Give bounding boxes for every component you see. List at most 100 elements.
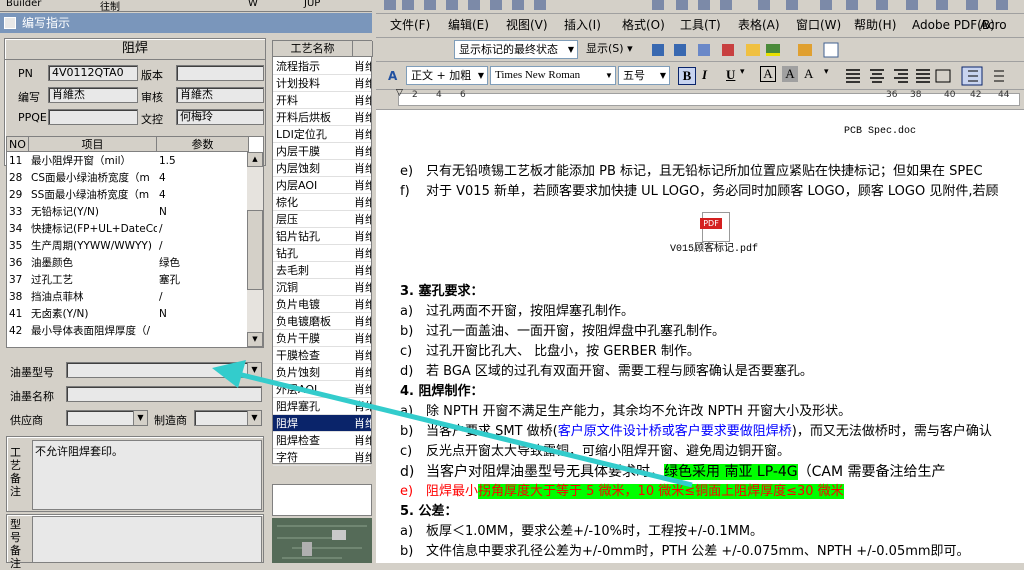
review-field[interactable]: 肖維杰 <box>176 87 264 103</box>
control-field[interactable]: 何梅玲 <box>176 109 264 125</box>
table-row[interactable]: 29 SS面最小绿油桥宽度（m 4 <box>7 187 247 204</box>
process-list-header[interactable]: 工艺名称 <box>273 41 353 57</box>
process-list-item[interactable]: 负片电镀 肖维 <box>273 296 371 313</box>
table-row[interactable]: 28 CS面最小绿油桥宽度（m 4 <box>7 170 247 187</box>
process-list-item[interactable]: 负电镀磨板 肖维 <box>273 313 371 330</box>
document-page[interactable]: PCB Spec.doc e) 只有无铅喷锡工艺板才能添加 PB 标记，且无铅标记… <box>376 111 1024 563</box>
style-dropdown[interactable]: 正文 + 加粗 ▼ <box>406 66 488 85</box>
manufacturer-combo[interactable]: ▼ <box>194 410 262 426</box>
process-list-item[interactable]: 内层蚀刻 肖维 <box>273 160 371 177</box>
ppqe-field[interactable] <box>48 109 138 125</box>
supplier-combo[interactable]: ▼ <box>66 410 148 426</box>
author-field[interactable]: 肖維杰 <box>48 87 138 103</box>
chevron-down-icon[interactable]: ▾ <box>740 67 745 77</box>
grid-header-item[interactable]: 项目 <box>29 137 157 152</box>
ink-model-label: 油墨型号 <box>10 366 54 379</box>
chevron-down-icon[interactable]: ▼ <box>133 411 147 425</box>
table-row[interactable]: 38 挡油点菲林 / <box>7 289 247 306</box>
menu-item[interactable]: Acro <box>980 16 1007 34</box>
pdf-caption[interactable]: V015顾客标记.pdf <box>670 241 758 259</box>
process-list-item[interactable]: 阻焊塞孔 肖维 <box>273 398 371 415</box>
menu-item[interactable]: 插入(I) <box>564 16 601 34</box>
process-list-item[interactable]: 外层AOI 肖维 <box>273 381 371 398</box>
process-name: 外层AOI <box>276 383 318 396</box>
pdf-file-icon[interactable]: PDF <box>700 212 730 242</box>
process-list-item[interactable]: 字符 肖维 <box>273 449 371 466</box>
toolbar-item-2[interactable]: 往制 <box>100 0 120 11</box>
table-row[interactable]: 36 油墨颜色 绿色 <box>7 255 247 272</box>
table-row[interactable]: 42 最小导体表面阻焊厚度（/ <box>7 323 247 340</box>
chevron-down-icon[interactable]: ▾ <box>824 67 829 77</box>
process-list-item[interactable]: 钻孔 肖维 <box>273 245 371 262</box>
model-note-field[interactable] <box>32 516 262 563</box>
underline-button[interactable]: U <box>726 67 735 83</box>
process-detail-box[interactable] <box>272 484 372 516</box>
scroll-down-icon[interactable]: ▼ <box>247 332 263 347</box>
menu-item[interactable]: 文件(F) <box>390 16 430 34</box>
process-list-item[interactable]: 内层干膜 肖维 <box>273 143 371 160</box>
toolbar-item-w[interactable]: W <box>248 0 258 9</box>
builder-label[interactable]: Builder <box>6 0 41 9</box>
process-list-item[interactable]: 内层AOI 肖维 <box>273 177 371 194</box>
process-list-item[interactable]: 棕化 肖维 <box>273 194 371 211</box>
process-list[interactable]: 工艺名称 流程指示肖维计划投料肖维开料肖维开料后烘板肖维LDI定位孔肖维内层干膜… <box>272 40 373 466</box>
menu-item[interactable]: 表格(A) <box>738 16 780 34</box>
font-dropdown[interactable]: Times New Roman ▼ <box>490 66 616 85</box>
grid-scrollbar[interactable]: ▲ ▼ <box>247 152 263 347</box>
styles-pane-icon[interactable]: A <box>388 67 397 85</box>
char-shading-button[interactable]: A <box>782 66 798 82</box>
process-list-item[interactable]: 负片干膜 肖维 <box>273 330 371 347</box>
process-owner: 肖维 <box>354 451 371 464</box>
grid-header-param[interactable]: 参数 <box>157 137 249 152</box>
char-scale-icon[interactable]: A <box>804 66 813 82</box>
markup-show-dropdown[interactable]: 显示标记的最终状态 ▼ <box>454 40 578 59</box>
table-row[interactable]: 33 无铅标记(Y/N) N <box>7 204 247 221</box>
italic-button[interactable]: I <box>702 67 707 83</box>
show-menu-button[interactable]: 显示(S) ▾ <box>586 40 633 58</box>
process-list-item[interactable]: 阻焊 肖维 <box>273 415 371 432</box>
process-owner: 肖维 <box>354 315 371 328</box>
menu-item[interactable]: 工具(T) <box>680 16 721 34</box>
process-list-header-2[interactable] <box>353 41 373 57</box>
ink-model-combo[interactable]: ▼ <box>66 362 262 378</box>
size-dropdown[interactable]: 五号 ▼ <box>618 66 670 85</box>
ink-name-field[interactable] <box>66 386 262 402</box>
char-border-button[interactable]: A <box>760 66 776 82</box>
version-field[interactable] <box>176 65 264 81</box>
chevron-down-icon[interactable]: ▼ <box>247 411 261 425</box>
process-list-item[interactable]: 干膜检查 肖维 <box>273 347 371 364</box>
process-list-item[interactable]: 阻焊检查 肖维 <box>273 432 371 449</box>
table-row[interactable]: 37 过孔工艺 塞孔 <box>7 272 247 289</box>
indent-marker-icon[interactable]: ▽ <box>396 88 403 98</box>
chevron-down-icon[interactable]: ▼ <box>247 363 261 377</box>
table-row[interactable]: 41 无卤素(Y/N) N <box>7 306 247 323</box>
process-list-item[interactable]: 计划投料 肖维 <box>273 75 371 92</box>
menu-item[interactable]: 编辑(E) <box>448 16 489 34</box>
params-grid[interactable]: NO 项目 参数 11 最小阻焊开窗（mil） 1.5 28 CS面最小绿油桥宽度（m 4… <box>6 136 264 348</box>
table-row[interactable]: 35 生产周期(YYWW/WWYY) / <box>7 238 247 255</box>
process-list-item[interactable]: 流程指示 肖维 <box>273 58 371 75</box>
pn-field[interactable]: 4V0112QTA0 <box>48 65 138 81</box>
table-row[interactable]: 11 最小阻焊开窗（mil） 1.5 <box>7 153 247 170</box>
toolbar-item-jup[interactable]: JUP <box>304 0 320 9</box>
menu-item[interactable]: 窗口(W) <box>796 16 841 34</box>
scroll-up-icon[interactable]: ▲ <box>247 152 263 167</box>
menu-item[interactable]: 视图(V) <box>506 16 548 34</box>
embedded-file-caption[interactable]: PCB Spec.doc <box>844 123 916 141</box>
bold-button[interactable]: B <box>678 67 696 85</box>
process-list-item[interactable]: 层压 肖维 <box>273 211 371 228</box>
table-row[interactable]: 34 快捷标记(FP+UL+DateCo / <box>7 221 247 238</box>
menu-item[interactable]: 格式(O) <box>622 16 665 34</box>
process-list-item[interactable]: 沉铜 肖维 <box>273 279 371 296</box>
ruler[interactable]: 2 4 6 36 38 40 42 44 ▽ <box>376 88 1024 110</box>
process-list-item[interactable]: 负片蚀刻 肖维 <box>273 364 371 381</box>
menu-item[interactable]: 帮助(H) <box>854 16 896 34</box>
scroll-thumb[interactable] <box>247 210 263 290</box>
process-note-text[interactable]: 不允许阻焊套印。 <box>32 440 262 510</box>
process-list-item[interactable]: LDI定位孔 肖维 <box>273 126 371 143</box>
process-list-item[interactable]: 开料 肖维 <box>273 92 371 109</box>
process-list-item[interactable]: 开料后烘板 肖维 <box>273 109 371 126</box>
process-list-item[interactable]: 去毛刺 肖维 <box>273 262 371 279</box>
grid-header-no[interactable]: NO <box>7 137 29 152</box>
process-list-item[interactable]: 铝片钻孔 肖维 <box>273 228 371 245</box>
